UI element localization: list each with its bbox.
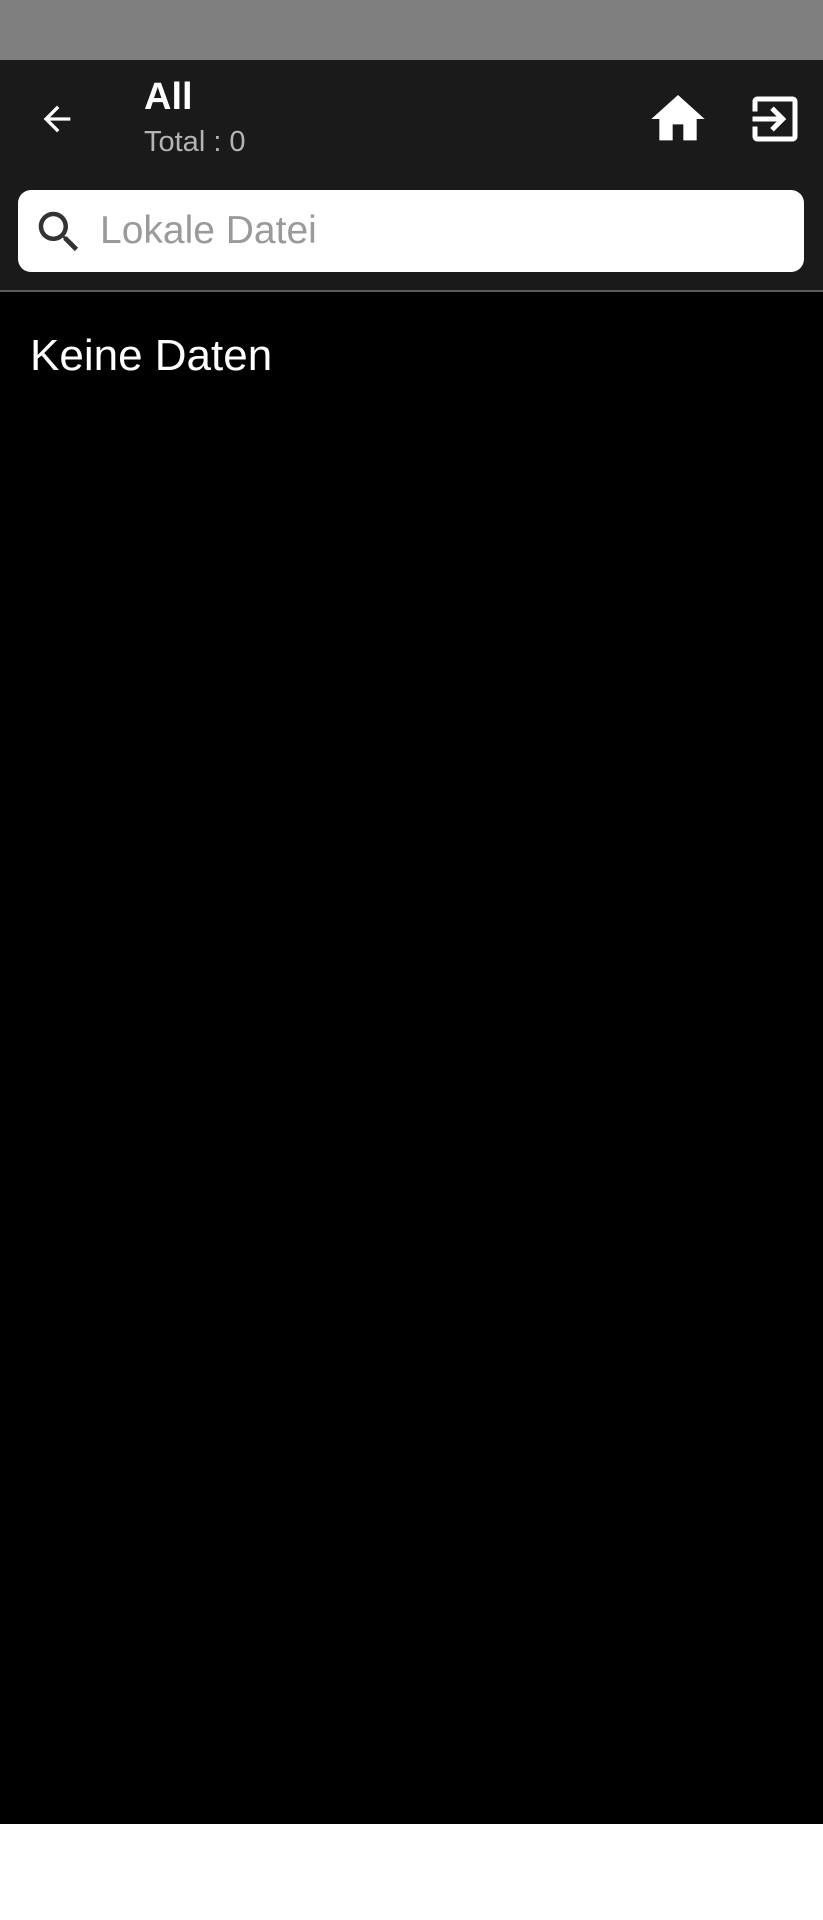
search-bar (0, 190, 823, 290)
bottom-area (0, 1824, 823, 1920)
search-box[interactable] (18, 190, 804, 272)
search-input[interactable] (100, 200, 790, 262)
total-count: Total : 0 (144, 126, 246, 158)
app-bar: All Total : 0 (0, 60, 823, 190)
page-title: All (144, 76, 193, 118)
back-button[interactable] (22, 84, 92, 154)
search-icon (38, 211, 79, 252)
title-block: All Total : 0 (144, 74, 246, 160)
status-bar (0, 0, 823, 60)
home-icon (651, 95, 705, 141)
home-button[interactable] (640, 82, 716, 156)
empty-message: Keine Daten (30, 331, 273, 380)
content-area: Keine Daten (0, 292, 823, 1824)
exit-icon (752, 96, 798, 142)
arrow-left-icon (43, 105, 71, 133)
exit-button[interactable] (738, 82, 812, 156)
